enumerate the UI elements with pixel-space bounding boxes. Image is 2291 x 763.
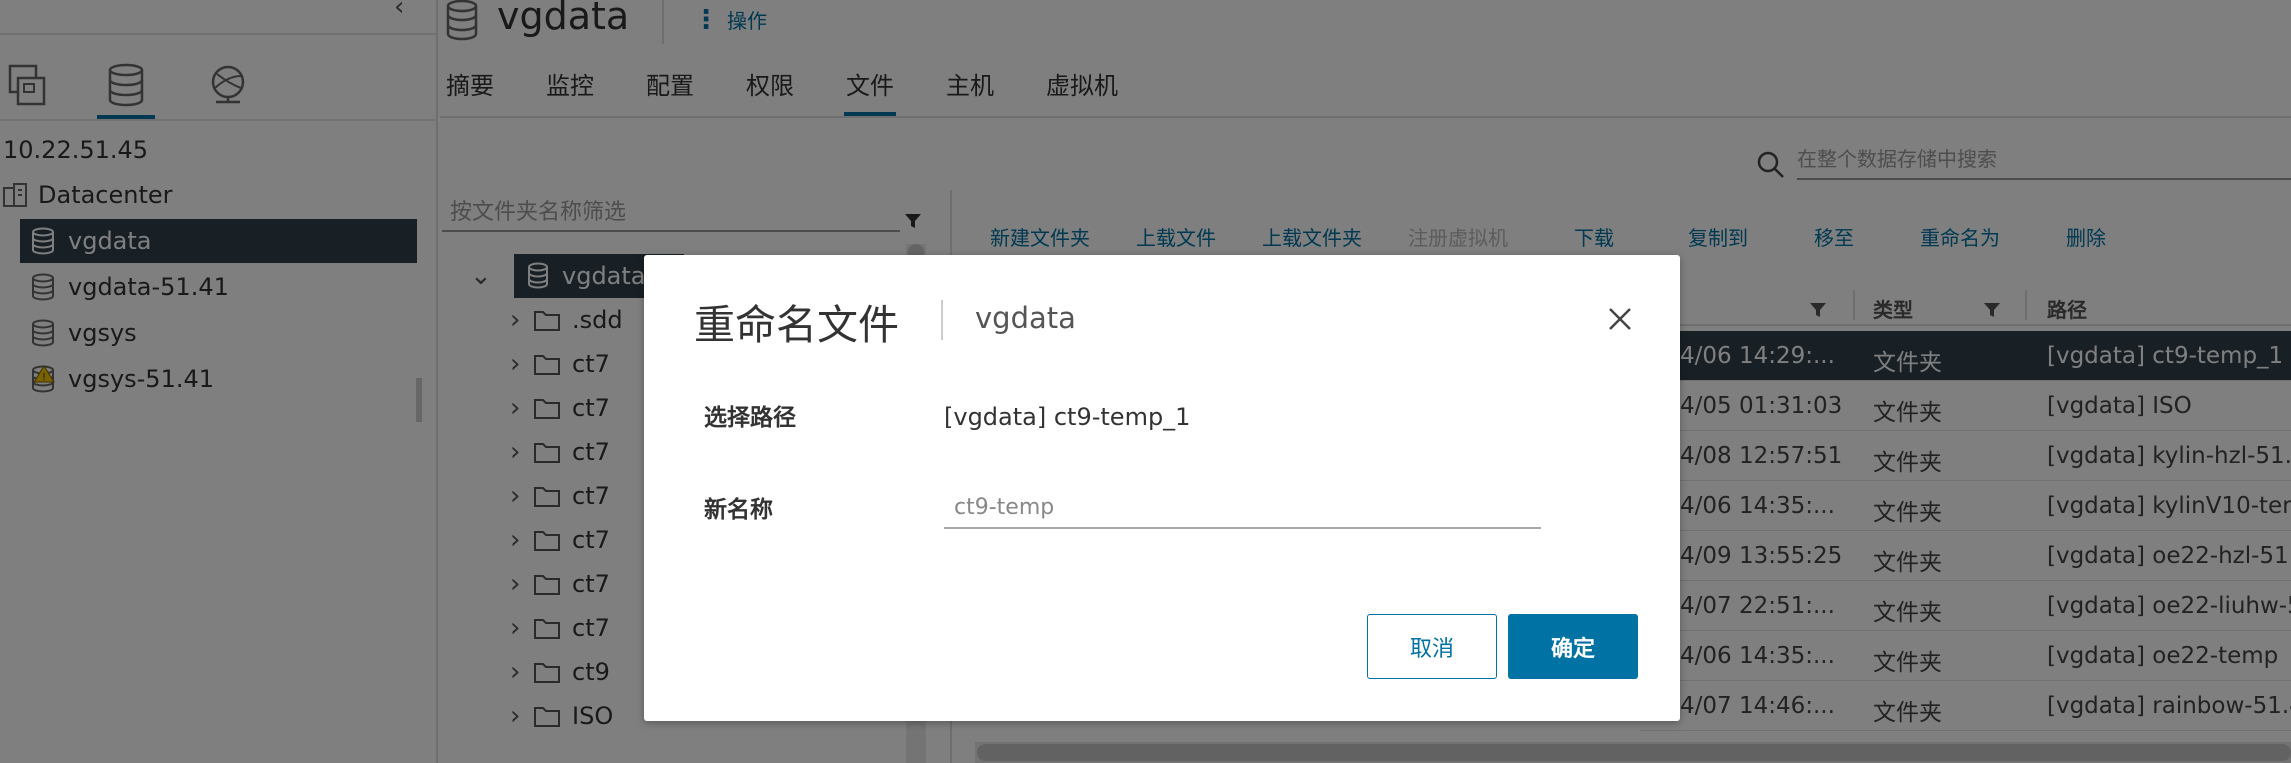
dialog-subtitle: vgdata bbox=[975, 301, 1076, 335]
path-label: 选择路径 bbox=[704, 405, 796, 431]
dialog-title: 重命名文件 bbox=[694, 301, 899, 349]
new-name-input[interactable] bbox=[944, 485, 1541, 529]
new-name-label: 新名称 bbox=[704, 497, 773, 523]
rename-file-dialog: 重命名文件 vgdata 选择路径 [vgdata] ct9-temp_1 新名… bbox=[644, 255, 1680, 721]
close-icon[interactable] bbox=[1606, 305, 1634, 333]
confirm-button[interactable]: 确定 bbox=[1508, 614, 1638, 679]
path-value: [vgdata] ct9-temp_1 bbox=[944, 403, 1191, 431]
divider bbox=[941, 300, 943, 340]
cancel-button[interactable]: 取消 bbox=[1367, 614, 1497, 679]
